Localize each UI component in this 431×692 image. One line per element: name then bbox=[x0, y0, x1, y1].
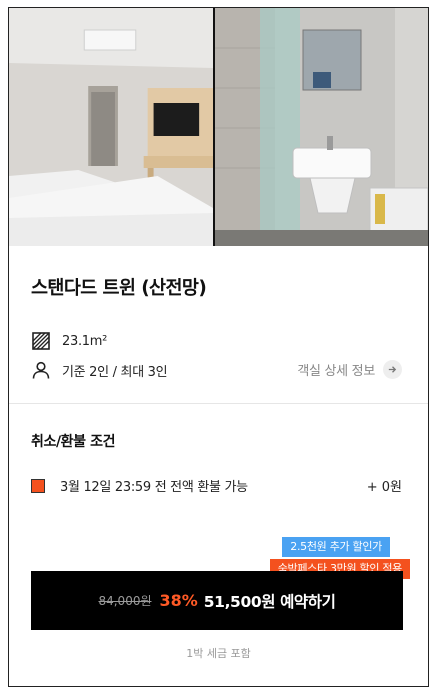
room-photo-bedroom[interactable] bbox=[9, 8, 215, 246]
book-button[interactable]: 84,000원 38% 51,500원 예약하기 bbox=[31, 571, 403, 630]
chevron-right-icon bbox=[383, 360, 402, 379]
area-icon bbox=[31, 331, 51, 351]
refund-fee: + 0원 bbox=[366, 480, 402, 495]
divider bbox=[9, 403, 428, 404]
discount-rate: 38% bbox=[159, 591, 198, 610]
room-size-row: 23.1m² bbox=[31, 331, 107, 351]
tax-note: 1박 세금 포함 bbox=[186, 647, 251, 660]
original-price: 84,000원 bbox=[98, 594, 152, 608]
room-detail-link[interactable]: 객실 상세 정보 bbox=[297, 360, 402, 379]
room-size: 23.1m² bbox=[62, 333, 108, 349]
room-card: 스탠다드 트윈 (산전망) 23.1m² 기준 2인 / 최대 3인 객실 상세… bbox=[8, 7, 429, 687]
room-detail-label: 객실 상세 정보 bbox=[297, 364, 375, 379]
book-button-label: 51,500원 예약하기 bbox=[203, 592, 336, 611]
room-photo-bathroom[interactable] bbox=[215, 8, 428, 246]
person-icon bbox=[31, 360, 51, 380]
refund-status-icon bbox=[31, 478, 45, 493]
cancel-policy-title: 취소/환불 조건 bbox=[31, 434, 116, 450]
room-capacity-row: 기준 2인 / 최대 3인 bbox=[31, 360, 168, 380]
refund-policy-text: 3월 12일 23:59 전 전액 환불 가능 bbox=[60, 480, 248, 495]
extra-discount-badge: 2.5천원 추가 할인가 bbox=[282, 537, 390, 557]
photo-gallery[interactable] bbox=[9, 8, 428, 246]
room-title: 스탠다드 트윈 (산전망) bbox=[31, 278, 207, 299]
room-capacity: 기준 2인 / 최대 3인 bbox=[62, 364, 168, 380]
refund-policy-row: 3월 12일 23:59 전 전액 환불 가능 bbox=[31, 476, 406, 495]
